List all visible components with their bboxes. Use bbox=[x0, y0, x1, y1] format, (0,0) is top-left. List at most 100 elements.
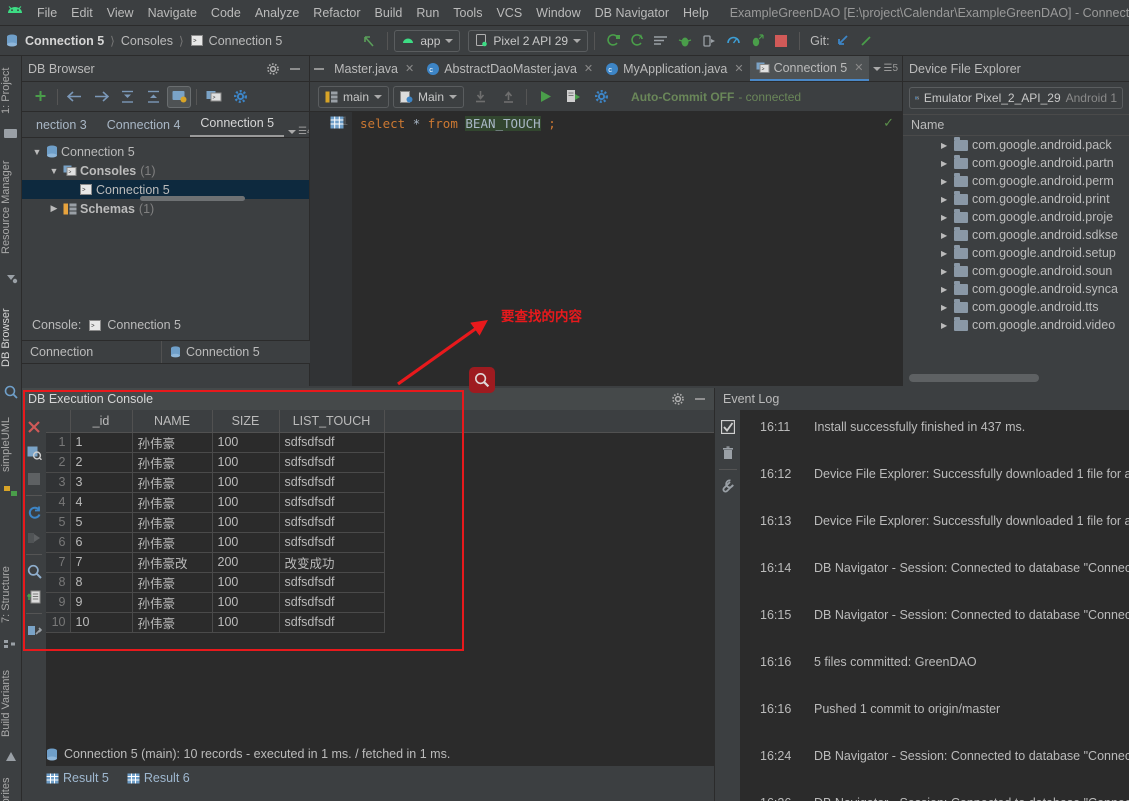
dfe-file-row[interactable]: ▶ com.google.android.sdkse bbox=[903, 226, 1129, 244]
cell-size[interactable]: 100 bbox=[212, 472, 280, 493]
settings-icon[interactable] bbox=[591, 87, 611, 107]
connection-tab-4[interactable]: Connection 4 bbox=[97, 115, 191, 137]
settings-icon[interactable] bbox=[228, 86, 252, 108]
sidebar-item-structure[interactable]: 7: Structure bbox=[0, 556, 22, 634]
sidebar-item-project[interactable]: 1: Project bbox=[0, 60, 22, 122]
row-number-cell[interactable]: 4 bbox=[46, 492, 71, 513]
cell-name[interactable]: 孙伟豪 bbox=[132, 592, 213, 613]
stop-execution-icon[interactable] bbox=[22, 466, 46, 492]
attach-debugger-icon[interactable] bbox=[699, 31, 719, 51]
chevron-right-icon[interactable]: ▶ bbox=[941, 285, 953, 294]
cell-size[interactable]: 100 bbox=[212, 492, 280, 513]
table-row[interactable]: 2 2 孙伟豪 100 sdfsdfsdf bbox=[46, 452, 714, 473]
menu-tools[interactable]: Tools bbox=[446, 3, 489, 23]
cell-size[interactable]: 100 bbox=[212, 572, 280, 593]
cell-name[interactable]: 孙伟豪 bbox=[132, 492, 213, 513]
dfe-file-row[interactable]: ▶ com.google.android.video bbox=[903, 316, 1129, 334]
cell-id[interactable]: 8 bbox=[70, 572, 133, 593]
row-number-cell[interactable]: 10 bbox=[46, 612, 71, 633]
cell-size[interactable]: 100 bbox=[212, 592, 280, 613]
cell-size[interactable]: 100 bbox=[212, 512, 280, 533]
tree-node-consoles[interactable]: ▼ > Consoles (1) bbox=[22, 161, 309, 180]
execute-statement-button[interactable] bbox=[535, 87, 555, 107]
mark-all-read-icon[interactable] bbox=[715, 414, 740, 440]
clear-all-icon[interactable] bbox=[715, 440, 740, 466]
result-table-icon[interactable] bbox=[330, 116, 344, 129]
menu-refactor[interactable]: Refactor bbox=[306, 3, 367, 23]
menu-file[interactable]: File bbox=[30, 3, 64, 23]
sidebar-item-favorites[interactable]: 2: Favorites bbox=[0, 772, 22, 801]
refresh-icon[interactable] bbox=[22, 499, 46, 525]
dfe-file-row[interactable]: ▶ com.google.android.tts bbox=[903, 298, 1129, 316]
menu-run[interactable]: Run bbox=[409, 3, 446, 23]
chevron-right-icon[interactable]: ▶ bbox=[941, 249, 953, 258]
close-icon[interactable]: ✕ bbox=[584, 62, 593, 75]
cell-name[interactable]: 孙伟豪 bbox=[132, 532, 213, 553]
column-header-list-touch[interactable]: LIST_TOUCH bbox=[279, 410, 385, 433]
row-number-cell[interactable]: 5 bbox=[46, 512, 71, 533]
table-row[interactable]: 9 9 孙伟豪 100 sdfsdfsdf bbox=[46, 592, 714, 613]
event-log-entry[interactable]: 16:16 5 files committed: GreenDAO bbox=[740, 655, 1129, 702]
cell-name[interactable]: 孙伟豪 bbox=[132, 432, 213, 453]
profiler-icon[interactable] bbox=[723, 31, 743, 51]
search-icon[interactable] bbox=[22, 558, 46, 584]
cell-name[interactable]: 孙伟豪 bbox=[132, 472, 213, 493]
minimize-icon[interactable] bbox=[692, 391, 708, 407]
menu-navigate[interactable]: Navigate bbox=[141, 3, 204, 23]
chevron-down-icon[interactable]: ▼ bbox=[47, 164, 61, 178]
minimize-icon[interactable] bbox=[287, 61, 303, 77]
close-icon[interactable]: ✕ bbox=[405, 62, 414, 75]
close-icon[interactable]: ✕ bbox=[854, 61, 863, 74]
breadcrumb-console-name[interactable]: Connection 5 bbox=[206, 34, 286, 48]
row-number-cell[interactable]: 6 bbox=[46, 532, 71, 553]
cell-id[interactable]: 7 bbox=[70, 552, 133, 573]
search-highlight-badge-icon[interactable] bbox=[469, 367, 495, 393]
cell-size[interactable]: 100 bbox=[212, 432, 280, 453]
cell-id[interactable]: 6 bbox=[70, 532, 133, 553]
sync-project-icon[interactable] bbox=[603, 31, 623, 51]
menu-code[interactable]: Code bbox=[204, 3, 248, 23]
cell-list-touch[interactable]: sdfsdfsdf bbox=[279, 472, 385, 493]
menu-analyze[interactable]: Analyze bbox=[248, 3, 306, 23]
cell-size[interactable]: 200 bbox=[212, 552, 280, 573]
chevron-right-icon[interactable]: ▶ bbox=[941, 159, 953, 168]
cell-list-touch[interactable]: 改变成功 bbox=[279, 552, 385, 573]
cell-id[interactable]: 10 bbox=[70, 612, 133, 633]
event-log-entries[interactable]: 16:11 Install successfully finished in 43… bbox=[740, 410, 1129, 801]
collapse-all-icon[interactable] bbox=[115, 86, 139, 108]
sidebar-item-simpleuml[interactable]: simpleUML bbox=[0, 408, 22, 480]
column-header-name[interactable]: NAME bbox=[132, 410, 213, 433]
schema-selector[interactable]: main bbox=[318, 85, 390, 108]
rollback-icon[interactable] bbox=[498, 87, 518, 107]
column-header-id[interactable]: _id bbox=[70, 410, 133, 433]
event-log-entry[interactable]: 16:11 Install successfully finished in 43… bbox=[740, 420, 1129, 467]
event-log-entry[interactable]: 16:26DB Navigator - Session: Connected t… bbox=[740, 796, 1129, 801]
dfe-file-row[interactable]: ▶ com.google.android.soun bbox=[903, 262, 1129, 280]
attach-debugger-process-icon[interactable] bbox=[747, 31, 767, 51]
dfe-horizontal-scrollbar[interactable] bbox=[909, 374, 1124, 382]
result-grid-container[interactable]: _id NAME SIZE LIST_TOUCH 1 1 孙伟豪 100 sdfsdfs… bbox=[46, 410, 714, 766]
git-update-icon[interactable] bbox=[832, 31, 852, 51]
connection-tab-3[interactable]: nection 3 bbox=[26, 115, 97, 137]
execute-script-button[interactable] bbox=[563, 87, 583, 107]
tab-overflow-button[interactable]: ☰4 bbox=[288, 126, 309, 137]
event-log-entry[interactable]: 16:14 DB Navigator - Session: Connected t… bbox=[740, 561, 1129, 608]
table-row[interactable]: 8 8 孙伟豪 100 sdfsdfsdf bbox=[46, 572, 714, 593]
open-sql-console-icon[interactable] bbox=[167, 85, 191, 108]
hide-panel-icon[interactable] bbox=[310, 56, 328, 81]
dfe-device-selector[interactable]: Emulator Pixel_2_API_29 Android 1 bbox=[909, 87, 1123, 109]
cell-id[interactable]: 5 bbox=[70, 512, 133, 533]
table-row[interactable]: 7 7 孙伟豪改 200 改变成功 bbox=[46, 552, 714, 573]
cell-list-touch[interactable]: sdfsdfsdf bbox=[279, 572, 385, 593]
table-row[interactable]: 4 4 孙伟豪 100 sdfsdfsdf bbox=[46, 492, 714, 513]
session-selector[interactable]: Main bbox=[393, 85, 465, 108]
view-record-icon[interactable] bbox=[22, 440, 46, 466]
dfe-file-row[interactable]: ▶ com.google.android.partn bbox=[903, 154, 1129, 172]
row-number-cell[interactable]: 3 bbox=[46, 472, 71, 493]
cell-id[interactable]: 2 bbox=[70, 452, 133, 473]
run-icon[interactable] bbox=[22, 525, 46, 551]
sidebar-item-build-variants[interactable]: Build Variants bbox=[0, 660, 22, 746]
cell-name[interactable]: 孙伟豪 bbox=[132, 452, 213, 473]
row-number-cell[interactable]: 1 bbox=[46, 432, 71, 453]
table-row[interactable]: 1 1 孙伟豪 100 sdfsdfsdf bbox=[46, 432, 714, 453]
